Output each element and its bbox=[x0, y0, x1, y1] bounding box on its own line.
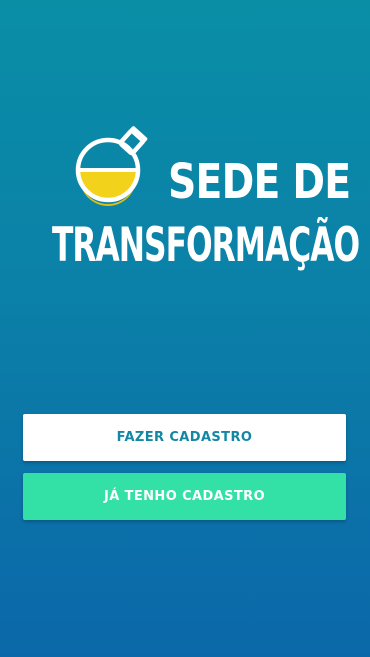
register-button[interactable]: FAZER CADASTRO bbox=[23, 414, 346, 461]
app-title-line-1: SEDE DE bbox=[168, 154, 351, 210]
login-button-label: JÁ TENHO CADASTRO bbox=[103, 489, 266, 504]
register-button-label: FAZER CADASTRO bbox=[116, 430, 253, 445]
app-title-line-2: TRANSFORMAÇÃO bbox=[52, 218, 360, 273]
login-button[interactable]: JÁ TENHO CADASTRO bbox=[23, 473, 346, 520]
flask-icon bbox=[75, 126, 148, 206]
app-logo: SEDE DE TRANSFORMAÇÃO bbox=[52, 126, 360, 276]
welcome-screen: SEDE DE TRANSFORMAÇÃO FAZER CADASTRO JÁ … bbox=[0, 0, 370, 657]
